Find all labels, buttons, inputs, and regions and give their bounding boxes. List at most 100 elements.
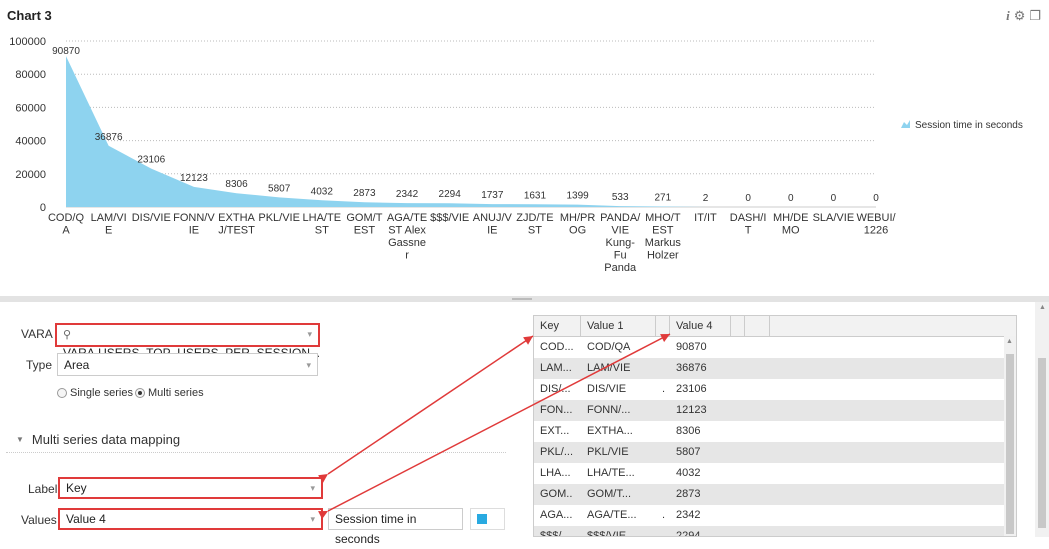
label-label: Label bbox=[28, 482, 58, 496]
values-value: Value 4 bbox=[66, 512, 106, 526]
x-tick-label: IE bbox=[487, 225, 497, 237]
x-tick-label: OG bbox=[569, 225, 586, 237]
table-row[interactable]: $$$/... $$$/VIE 2294 bbox=[534, 526, 1004, 537]
series-name-value: Session time in seconds bbox=[335, 512, 417, 546]
x-tick-label: COD/Q bbox=[48, 212, 85, 224]
column-header-value4[interactable]: Value 4 bbox=[670, 316, 731, 336]
table-row[interactable]: PKL/... PKL/VIE 5807 bbox=[534, 442, 1004, 463]
x-tick-label: IT/IT bbox=[694, 212, 717, 224]
table-row[interactable]: AGA... AGA/TE.... 2342 bbox=[534, 505, 1004, 526]
data-label: 0 bbox=[745, 193, 751, 204]
table-cell: 23106 bbox=[676, 383, 707, 395]
data-label: 2873 bbox=[353, 188, 376, 199]
x-tick-label: PKL/VIE bbox=[258, 212, 300, 224]
table-row[interactable]: EXT... EXTHA... 8306 bbox=[534, 421, 1004, 442]
collapse-icon[interactable]: ▼ bbox=[16, 435, 24, 444]
data-grid: Key Value 1 Value 4 COD... COD/QA 90870 LAM… bbox=[533, 315, 1017, 537]
data-label: 36876 bbox=[95, 132, 123, 143]
table-cell: GOM.. bbox=[540, 488, 573, 500]
column-header[interactable] bbox=[731, 316, 745, 336]
x-tick-label: Kung- bbox=[606, 237, 636, 249]
x-tick-label: MHO/T bbox=[645, 212, 681, 224]
y-tick-label: 40000 bbox=[15, 136, 46, 148]
x-tick-label: Markus bbox=[645, 237, 682, 249]
legend-area-icon bbox=[901, 120, 910, 128]
series-name-input[interactable]: Session time in seconds bbox=[328, 508, 463, 546]
scrollbar-thumb[interactable] bbox=[1006, 354, 1014, 534]
y-tick-label: 0 bbox=[40, 202, 46, 214]
x-tick-label: VIE bbox=[611, 225, 629, 237]
table-cell: EXT... bbox=[540, 425, 570, 437]
x-tick-label: ZJD/TE bbox=[516, 212, 553, 224]
radio-button[interactable] bbox=[57, 388, 67, 398]
table-row[interactable]: DIS/... DIS/VIE. 23106 bbox=[534, 379, 1004, 400]
scroll-up-icon[interactable]: ▲ bbox=[1039, 304, 1046, 311]
color-picker[interactable] bbox=[470, 508, 505, 530]
x-tick-label: ST bbox=[528, 225, 542, 237]
column-header-value1[interactable]: Value 1 bbox=[581, 316, 656, 336]
radio-multi-series[interactable]: Multi series bbox=[135, 387, 204, 399]
chevron-down-icon: ▾ bbox=[306, 360, 311, 370]
table-row[interactable]: GOM.. GOM/T... 2873 bbox=[534, 484, 1004, 505]
x-tick-label: MH/PR bbox=[560, 212, 596, 224]
data-label: 1631 bbox=[524, 190, 547, 201]
x-tick-label: LHA/TE bbox=[303, 212, 342, 224]
table-cell: 4032 bbox=[676, 467, 701, 479]
table-row[interactable]: COD... COD/QA 90870 bbox=[534, 337, 1004, 358]
table-row[interactable]: LHA... LHA/TE... 4032 bbox=[534, 463, 1004, 484]
x-tick-label: EST bbox=[652, 225, 674, 237]
x-tick-label: AGA/TE bbox=[387, 212, 427, 224]
table-cell: PKL/... bbox=[540, 446, 574, 458]
radio-single-series[interactable]: Single series bbox=[57, 387, 133, 399]
y-tick-label: 20000 bbox=[15, 169, 46, 181]
x-tick-label: EXTHA bbox=[218, 212, 255, 224]
table-cell: . bbox=[662, 383, 666, 395]
x-tick-label: r bbox=[405, 250, 409, 262]
table-cell: 2873 bbox=[676, 488, 701, 500]
table-cell: 2342 bbox=[676, 509, 701, 521]
data-label: 12123 bbox=[180, 173, 208, 184]
data-label: 5807 bbox=[268, 183, 291, 194]
search-icon: ⚲ bbox=[63, 329, 72, 341]
values-select[interactable]: Value 4 ▾ bbox=[58, 508, 323, 530]
scrollbar-thumb[interactable] bbox=[1038, 358, 1046, 528]
data-label: 2 bbox=[703, 193, 709, 204]
data-label: 533 bbox=[612, 192, 629, 203]
grid-scrollbar[interactable]: ▲ bbox=[1004, 336, 1016, 536]
x-tick-label: J/TEST bbox=[218, 225, 255, 237]
vara-select[interactable]: ⚲ VARA.USERS_TOP_USERS_PER_SESSION... ▾ bbox=[55, 323, 320, 360]
table-row[interactable]: LAM... LAM/VIE 36876 bbox=[534, 358, 1004, 379]
chevron-down-icon: ▾ bbox=[310, 483, 315, 493]
table-cell: FONN/... bbox=[587, 404, 631, 416]
column-header[interactable] bbox=[656, 316, 670, 336]
data-label: 4032 bbox=[311, 186, 334, 197]
y-tick-label: 100000 bbox=[9, 36, 46, 48]
column-header-key[interactable]: Key bbox=[534, 316, 581, 336]
x-tick-label: T bbox=[745, 225, 752, 237]
legend-label: Session time in seconds bbox=[915, 120, 1023, 131]
grid-header: Key Value 1 Value 4 bbox=[534, 316, 1016, 337]
x-tick-label: Gassne bbox=[388, 237, 426, 249]
x-tick-label: EST bbox=[354, 225, 376, 237]
x-tick-label: WEBUI/ bbox=[856, 212, 896, 224]
radio-button[interactable] bbox=[135, 388, 145, 398]
area-chart: 0200004000060000800001000009087036876231… bbox=[9, 36, 1023, 274]
data-label: 0 bbox=[788, 193, 794, 204]
x-tick-label: LAM/VI bbox=[91, 212, 127, 224]
data-label: 90870 bbox=[52, 46, 80, 57]
table-cell: PKL/VIE bbox=[587, 446, 629, 458]
section-header[interactable]: ▼ Multi series data mapping bbox=[16, 432, 180, 447]
label-select[interactable]: Key ▾ bbox=[58, 477, 323, 499]
x-tick-label: Holzer bbox=[647, 250, 679, 262]
table-cell: LAM/VIE bbox=[587, 362, 631, 374]
table-cell: DIS/VIE bbox=[587, 383, 627, 395]
splitter-grip[interactable] bbox=[512, 298, 532, 300]
table-cell: $$$/VIE bbox=[587, 530, 627, 537]
scroll-up-icon[interactable]: ▲ bbox=[1006, 338, 1013, 345]
page-scrollbar[interactable]: ▲ bbox=[1035, 302, 1049, 537]
x-tick-label: E bbox=[105, 225, 112, 237]
table-cell: AGA... bbox=[540, 509, 573, 521]
table-cell: 5807 bbox=[676, 446, 701, 458]
table-row[interactable]: FON... FONN/... 12123 bbox=[534, 400, 1004, 421]
type-select[interactable]: Area ▾ bbox=[57, 353, 318, 376]
